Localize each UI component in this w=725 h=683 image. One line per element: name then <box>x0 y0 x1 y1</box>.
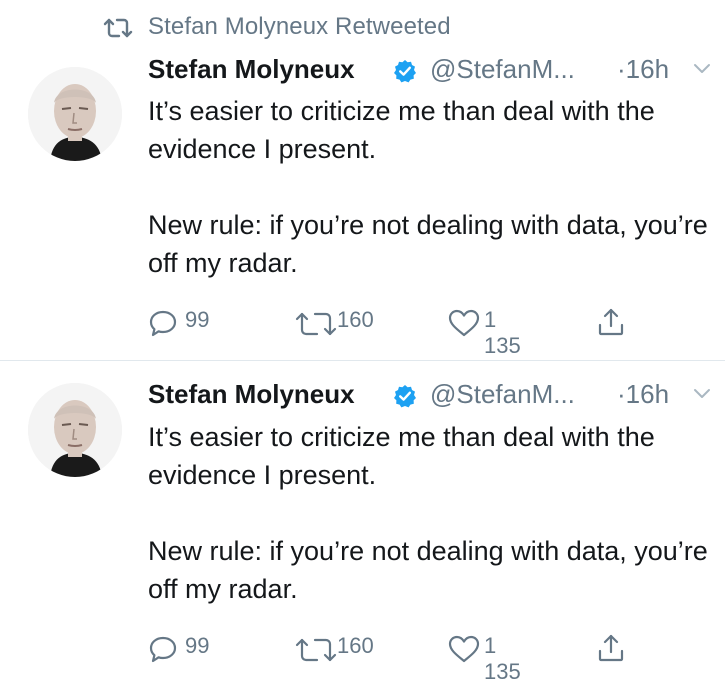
tweet-header: Stefan Molyneux @StefanM... ·16h <box>148 379 718 415</box>
author-handle[interactable]: @StefanM... <box>430 379 575 410</box>
heart-icon <box>448 635 480 663</box>
avatar[interactable] <box>28 67 122 161</box>
tweet-paragraph: It’s easier to criticize me than deal wi… <box>148 422 655 490</box>
verified-badge-icon <box>394 385 416 408</box>
like-count: 1 135 <box>484 307 521 358</box>
author-name[interactable]: Stefan Molyneux <box>148 54 355 85</box>
tweet-text: It’s easier to criticize me than deal wi… <box>148 418 708 608</box>
tweet-actions: 99 160 1 135 <box>0 303 725 358</box>
like-count: 1 135 <box>484 633 521 683</box>
tweet-paragraph: New rule: if you’re not dealing with dat… <box>148 210 708 278</box>
verified-badge-icon <box>394 60 416 83</box>
avatar[interactable] <box>28 383 122 477</box>
reply-count: 99 <box>185 307 210 332</box>
tweet[interactable]: Stefan Molyneux @StefanM... ·16h It’s ea… <box>0 360 725 683</box>
avatar-photo <box>28 383 122 477</box>
chevron-down-icon[interactable] <box>693 387 711 401</box>
author-handle[interactable]: @StefanM... <box>430 54 575 85</box>
tweet-paragraph: New rule: if you’re not dealing with dat… <box>148 536 708 604</box>
reply-icon <box>149 636 177 663</box>
tweet-paragraph: It’s easier to criticize me than deal wi… <box>148 96 655 164</box>
heart-icon <box>448 309 480 337</box>
tweet-header: Stefan Molyneux @StefanM... ·16h <box>148 54 718 90</box>
author-name[interactable]: Stefan Molyneux <box>148 379 355 410</box>
retweet-count: 160 <box>337 307 374 332</box>
retweeted-by-label[interactable]: Stefan Molyneux Retweeted <box>148 13 451 41</box>
tweet-actions: 99 160 1 135 <box>0 629 725 683</box>
tweet-timestamp[interactable]: ·16h <box>617 379 669 410</box>
tweet-text: It’s easier to criticize me than deal wi… <box>148 92 708 282</box>
avatar-photo <box>28 67 122 161</box>
reply-icon <box>149 310 177 337</box>
tweet-timestamp[interactable]: ·16h <box>617 54 669 85</box>
retweet-icon <box>295 312 337 336</box>
retweet-icon <box>103 18 133 38</box>
share-icon <box>598 634 624 662</box>
chevron-down-icon[interactable] <box>693 62 711 76</box>
retweet-icon <box>295 638 337 662</box>
retweet-context: Stefan Molyneux Retweeted <box>0 10 725 46</box>
retweet-count: 160 <box>337 633 374 658</box>
reply-count: 99 <box>185 633 210 658</box>
share-icon <box>598 308 624 336</box>
tweet[interactable]: Stefan Molyneux Retweeted Stefan Molyneu… <box>0 0 725 360</box>
